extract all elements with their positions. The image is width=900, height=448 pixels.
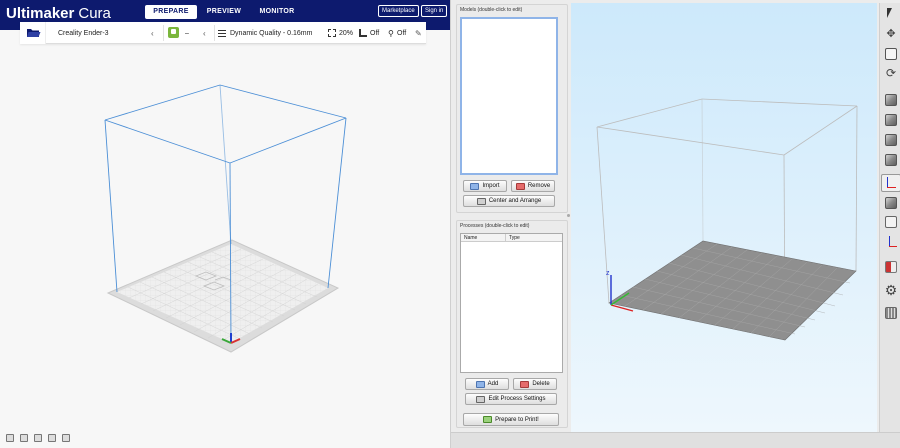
add-icon bbox=[475, 380, 485, 388]
column-divider bbox=[505, 234, 506, 242]
toolbar-divider bbox=[214, 25, 215, 41]
view-front-cube-icon[interactable] bbox=[885, 114, 897, 126]
column-type[interactable]: Type bbox=[509, 234, 520, 242]
support-value[interactable]: Off bbox=[370, 30, 379, 37]
move-icon[interactable]: ✥ bbox=[884, 28, 898, 40]
splitter-handle[interactable] bbox=[567, 214, 570, 217]
chevron-left-icon[interactable]: ‹ bbox=[151, 29, 154, 38]
sign-in-button[interactable]: Sign in bbox=[421, 5, 448, 17]
layers-icon[interactable] bbox=[885, 307, 897, 319]
build-plate-border bbox=[106, 239, 340, 353]
slicer-window: Models (double-click to edit) Import Rem… bbox=[450, 0, 900, 448]
adhesion-icon: ⚲ bbox=[388, 29, 394, 38]
brand-name: Ultimaker bbox=[6, 5, 75, 22]
build-plate bbox=[117, 244, 328, 343]
delete-button[interactable]: Delete bbox=[513, 378, 557, 390]
models-panel-title: Models (double-click to edit) bbox=[460, 7, 523, 13]
z-axis-glyph: z bbox=[606, 270, 610, 277]
select-cursor-icon[interactable] bbox=[887, 8, 897, 18]
import-label: Import bbox=[482, 183, 500, 189]
view-left-icon[interactable] bbox=[48, 434, 56, 442]
infill-icon bbox=[328, 29, 336, 37]
center-arrange-label: Center and Arrange bbox=[488, 198, 542, 204]
x-axis bbox=[230, 338, 241, 344]
open-file-button[interactable] bbox=[20, 22, 46, 44]
delete-label: Delete bbox=[532, 381, 550, 387]
import-button[interactable]: Import bbox=[463, 180, 507, 192]
view-iso-cube-icon[interactable] bbox=[885, 94, 897, 106]
folder-icon bbox=[27, 29, 41, 37]
add-button[interactable]: Add bbox=[465, 378, 509, 390]
edit-process-settings-button[interactable]: Edit Process Settings bbox=[465, 393, 557, 405]
tab-prepare[interactable]: PREPARE bbox=[145, 5, 197, 19]
slicer-tool-strip: ✥ ⟳ ⚙ bbox=[879, 3, 900, 432]
infill-value[interactable]: 20% bbox=[339, 30, 353, 37]
view-3d-icon[interactable] bbox=[6, 434, 14, 442]
processes-panel-title: Processes (double-click to edit) bbox=[460, 223, 530, 229]
center-arrange-button[interactable]: Center and Arrange bbox=[463, 195, 555, 207]
cura-logo: Ultimaker Cura bbox=[6, 5, 111, 22]
gear-icon[interactable]: ⚙ bbox=[884, 283, 898, 297]
y-axis bbox=[221, 338, 232, 344]
axes-toggle-button[interactable] bbox=[881, 174, 900, 192]
delete-icon bbox=[520, 380, 530, 388]
tab-monitor[interactable]: MONITOR bbox=[255, 5, 299, 19]
view-front-icon[interactable] bbox=[20, 434, 28, 442]
axes-view-icon[interactable] bbox=[885, 236, 897, 248]
models-list[interactable] bbox=[460, 17, 558, 175]
pencil-icon[interactable]: ✎ bbox=[415, 29, 422, 38]
wireframe-view-icon[interactable] bbox=[885, 216, 897, 228]
print-bed bbox=[608, 240, 857, 341]
processes-list[interactable]: Name Type bbox=[460, 233, 563, 373]
printer-selector[interactable]: Creality Ender-3 bbox=[58, 30, 109, 37]
profile-selector[interactable]: Dynamic Quality - 0.16mm bbox=[230, 30, 312, 37]
tab-preview[interactable]: PREVIEW bbox=[204, 5, 244, 19]
view-top-cube-icon[interactable] bbox=[885, 154, 897, 166]
view-right-icon[interactable] bbox=[62, 434, 70, 442]
view-top-icon[interactable] bbox=[34, 434, 42, 442]
support-icon bbox=[359, 29, 367, 37]
chevron-left-icon[interactable]: ‹ bbox=[203, 29, 206, 38]
add-label: Add bbox=[487, 381, 499, 387]
slicer-3d-viewport[interactable]: z bbox=[571, 3, 877, 432]
marketplace-button[interactable]: Marketplace bbox=[378, 5, 419, 17]
processes-panel: Processes (double-click to edit) Name Ty… bbox=[456, 220, 568, 428]
slicer-scene: z bbox=[596, 98, 858, 341]
prepare-label: Prepare to Print! bbox=[495, 416, 539, 423]
extruder-icon[interactable] bbox=[168, 27, 179, 38]
toolbar-divider bbox=[163, 25, 164, 41]
adhesion-value[interactable]: Off bbox=[397, 30, 406, 37]
build-volume-view[interactable] bbox=[0, 0, 450, 448]
scale-icon[interactable] bbox=[885, 48, 897, 60]
edit-process-label: Edit Process Settings bbox=[488, 396, 546, 402]
status-bar bbox=[451, 432, 900, 448]
overhang-view-icon[interactable] bbox=[885, 261, 897, 273]
view-side-cube-icon[interactable] bbox=[885, 134, 897, 146]
import-icon bbox=[470, 182, 480, 190]
profile-icon bbox=[218, 29, 226, 37]
rotate-icon[interactable]: ⟳ bbox=[884, 67, 898, 79]
prepare-to-print-button[interactable]: Prepare to Print! bbox=[463, 413, 559, 426]
column-name[interactable]: Name bbox=[464, 234, 477, 242]
brand-suffix: Cura bbox=[78, 5, 111, 22]
extruder-material: – bbox=[185, 30, 189, 37]
settings-icon bbox=[476, 395, 486, 403]
solid-view-icon[interactable] bbox=[885, 197, 897, 209]
remove-button[interactable]: Remove bbox=[511, 180, 555, 192]
cura-window: Ultimaker Cura PREPARE PREVIEW MONITOR Ma… bbox=[0, 0, 450, 448]
prepare-icon bbox=[483, 416, 493, 423]
remove-icon bbox=[515, 182, 525, 190]
remove-label: Remove bbox=[527, 183, 551, 189]
arrange-icon bbox=[476, 197, 486, 205]
models-panel: Models (double-click to edit) Import Rem… bbox=[456, 4, 568, 213]
